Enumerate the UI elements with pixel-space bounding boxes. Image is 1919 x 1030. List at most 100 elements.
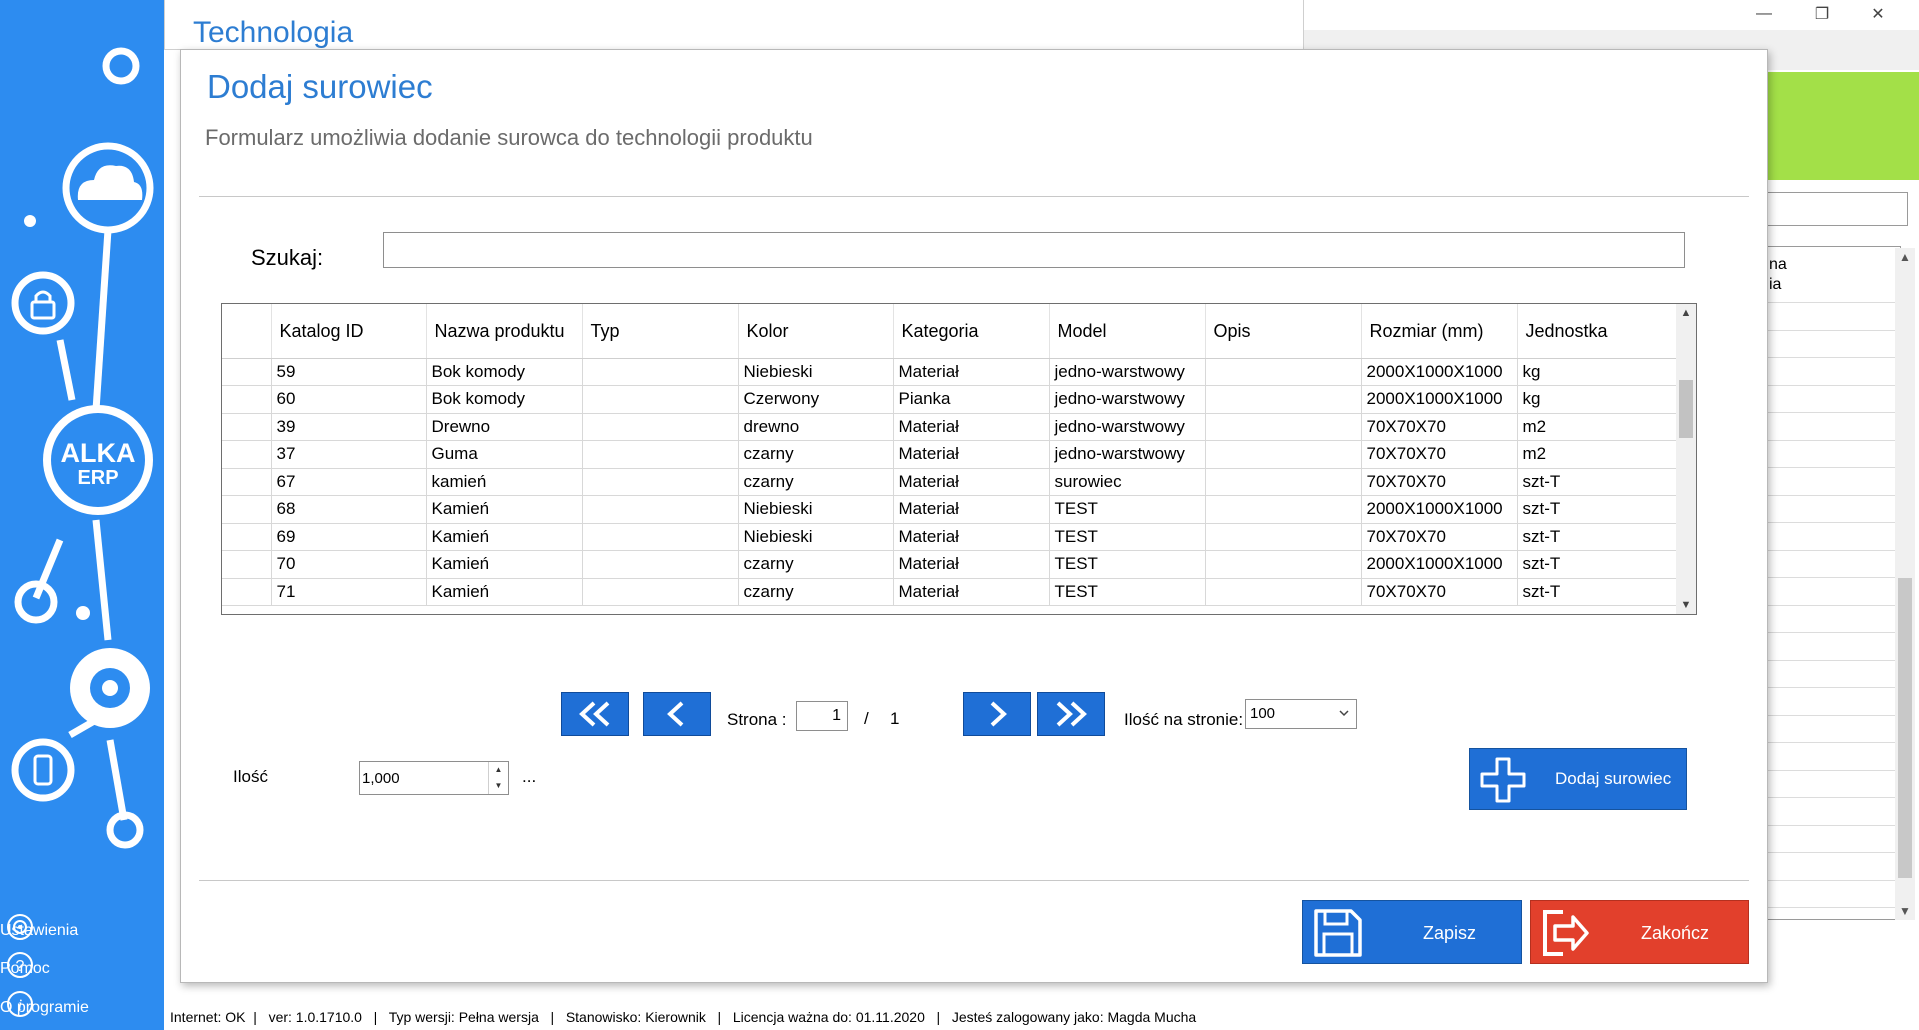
table-cell[interactable]: Materiał	[893, 523, 1050, 551]
table-cell[interactable]: jedno-warstwowy	[1049, 413, 1206, 441]
last-page-button[interactable]	[1037, 692, 1105, 736]
table-cell[interactable]: Materiał	[893, 495, 1050, 524]
scroll-thumb[interactable]	[1679, 380, 1693, 438]
table-row[interactable]: 67 kamień czarny Materiał surowiec 70X70X70 sz…	[222, 468, 1678, 496]
table-cell[interactable]	[1205, 578, 1362, 606]
table-cell[interactable]: Pianka	[893, 385, 1050, 414]
table-cell[interactable]: TEST	[1049, 495, 1206, 524]
previous-page-button[interactable]	[643, 692, 711, 736]
table-row[interactable]: 68 Kamień Niebieski Materiał TEST 2000X1000X1…	[222, 495, 1678, 524]
table-cell[interactable]: 60	[271, 385, 427, 414]
page-number-input[interactable]	[796, 701, 848, 731]
table-cell[interactable]: m2	[1517, 440, 1678, 469]
scroll-up-icon[interactable]: ▲	[1676, 307, 1696, 319]
table-cell[interactable]: 70	[271, 550, 427, 579]
table-cell[interactable]: 2000X1000X1000	[1361, 358, 1518, 386]
table-cell[interactable]	[582, 523, 739, 551]
table-cell[interactable]: czarny	[738, 578, 894, 606]
row-header[interactable]	[222, 495, 272, 524]
table-cell[interactable]: szt-T	[1517, 550, 1678, 579]
table-cell[interactable]	[582, 468, 739, 496]
table-cell[interactable]: Guma	[426, 440, 583, 469]
column-header[interactable]: Typ	[582, 304, 739, 359]
row-header[interactable]	[222, 468, 272, 496]
table-cell[interactable]	[1205, 550, 1362, 579]
table-cell[interactable]: drewno	[738, 413, 894, 441]
table-cell[interactable]: surowiec	[1049, 468, 1206, 496]
table-cell[interactable]: Niebieski	[738, 523, 894, 551]
table-row[interactable]: 39 Drewno drewno Materiał jedno-warstwowy 70X…	[222, 413, 1678, 441]
table-cell[interactable]	[582, 578, 739, 606]
table-row[interactable]: 71 Kamień czarny Materiał TEST 70X70X70 szt-T	[222, 578, 1678, 606]
table-cell[interactable]: kamień	[426, 468, 583, 496]
table-cell[interactable]: szt-T	[1517, 495, 1678, 524]
table-cell[interactable]: kg	[1517, 385, 1678, 414]
table-row[interactable]: 37 Guma czarny Materiał jedno-warstwowy 70X70…	[222, 440, 1678, 469]
table-cell[interactable]: 39	[271, 413, 427, 441]
scroll-down-icon[interactable]: ▼	[1676, 599, 1696, 611]
row-header[interactable]	[222, 578, 272, 606]
search-input[interactable]	[383, 232, 1685, 268]
table-cell[interactable]: 59	[271, 358, 427, 386]
table-cell[interactable]: m2	[1517, 413, 1678, 441]
sidebar-item-about[interactable]: i O programie	[0, 990, 164, 1026]
row-header[interactable]	[222, 550, 272, 579]
table-cell[interactable]	[1205, 495, 1362, 524]
table-cell[interactable]: Niebieski	[738, 358, 894, 386]
add-material-button[interactable]: Dodaj surowiec	[1469, 748, 1687, 810]
table-cell[interactable]: 70X70X70	[1361, 468, 1518, 496]
table-cell[interactable]: jedno-warstwowy	[1049, 440, 1206, 469]
scroll-down-icon[interactable]: ▼	[1895, 904, 1915, 918]
scroll-up-icon[interactable]: ▲	[1895, 250, 1915, 264]
table-cell[interactable]: Kamień	[426, 523, 583, 551]
table-cell[interactable]	[1205, 440, 1362, 469]
first-page-button[interactable]	[561, 692, 629, 736]
column-header[interactable]: Nazwa produktu	[426, 304, 583, 359]
table-cell[interactable]: kg	[1517, 358, 1678, 386]
table-row[interactable]: 60 Bok komody Czerwony Pianka jedno-warstwow…	[222, 385, 1678, 414]
quantity-more-button[interactable]: ...	[522, 767, 536, 787]
close-button[interactable]: ✕	[1854, 0, 1902, 28]
table-cell[interactable]: Materiał	[893, 358, 1050, 386]
table-cell[interactable]	[1205, 413, 1362, 441]
per-page-select[interactable]: 100	[1245, 699, 1357, 729]
table-cell[interactable]: Materiał	[893, 550, 1050, 579]
table-cell[interactable]: szt-T	[1517, 468, 1678, 496]
save-button[interactable]: Zapisz	[1302, 900, 1522, 964]
table-cell[interactable]: szt-T	[1517, 523, 1678, 551]
table-cell[interactable]: Bok komody	[426, 358, 583, 386]
table-cell[interactable]: czarny	[738, 468, 894, 496]
table-cell[interactable]: Kamień	[426, 550, 583, 579]
table-cell[interactable]: jedno-warstwowy	[1049, 385, 1206, 414]
table-cell[interactable]	[1205, 358, 1362, 386]
table-cell[interactable]: Bok komody	[426, 385, 583, 414]
column-header[interactable]: Katalog ID	[271, 304, 427, 359]
table-cell[interactable]: Drewno	[426, 413, 583, 441]
minimize-button[interactable]: —	[1740, 0, 1788, 28]
table-cell[interactable]: 69	[271, 523, 427, 551]
column-header[interactable]: Kategoria	[893, 304, 1050, 359]
table-cell[interactable]: czarny	[738, 440, 894, 469]
table-cell[interactable]: Materiał	[893, 413, 1050, 441]
table-cell[interactable]: TEST	[1049, 578, 1206, 606]
table-cell[interactable]: Kamień	[426, 495, 583, 524]
row-header[interactable]	[222, 440, 272, 469]
table-cell[interactable]: TEST	[1049, 523, 1206, 551]
table-cell[interactable]: TEST	[1049, 550, 1206, 579]
row-header[interactable]	[222, 413, 272, 441]
table-cell[interactable]	[1205, 468, 1362, 496]
grid-scrollbar[interactable]: ▲ ▼	[1676, 304, 1696, 614]
column-header[interactable]: Kolor	[738, 304, 894, 359]
column-header[interactable]: Opis	[1205, 304, 1362, 359]
table-cell[interactable]	[582, 385, 739, 414]
table-cell[interactable]	[582, 495, 739, 524]
row-header[interactable]	[222, 523, 272, 551]
background-input[interactable]	[1766, 192, 1908, 226]
table-cell[interactable]: Niebieski	[738, 495, 894, 524]
table-cell[interactable]	[582, 358, 739, 386]
table-cell[interactable]: czarny	[738, 550, 894, 579]
table-row[interactable]: 59 Bok komody Niebieski Materiał jedno-warst…	[222, 358, 1678, 386]
table-cell[interactable]: szt-T	[1517, 578, 1678, 606]
table-cell[interactable]: 71	[271, 578, 427, 606]
table-cell[interactable]	[1205, 385, 1362, 414]
